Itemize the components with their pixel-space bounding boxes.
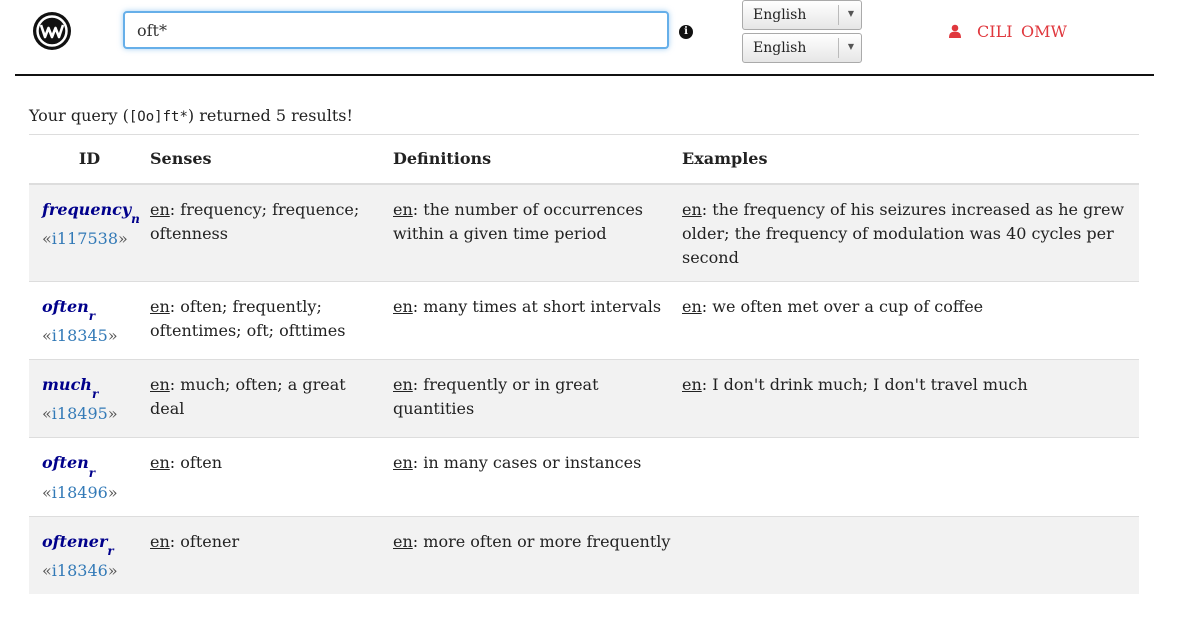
dropdown-arrow-icon: ▼ <box>847 9 854 18</box>
id-cell: oftenr «i18496» <box>29 437 150 517</box>
language-select-2[interactable]: English ▼ <box>742 33 862 63</box>
header-examples: Examples <box>682 135 1139 185</box>
definition-lang-link[interactable]: en <box>393 375 413 394</box>
ili-link[interactable]: i18345 <box>52 326 108 345</box>
definition-cell: en: many times at short intervals <box>393 280 682 360</box>
example-cell: en: I don't drink much; I don't travel m… <box>682 359 1139 438</box>
table-row: muchr «i18495» en: much; often; a great de… <box>29 359 1139 438</box>
lemma-link[interactable]: often <box>42 453 89 472</box>
results-table: ID Senses Definitions Examples frequency… <box>29 135 1139 594</box>
definition-cell: en: in many cases or instances <box>393 437 682 517</box>
header: i English ▼ English ▼ CILI OMW <box>15 0 1154 76</box>
pos-tag: n <box>131 212 140 227</box>
example-text: we often met over a cup of coffee <box>712 297 984 316</box>
definition-lang-link[interactable]: en <box>393 297 413 316</box>
example-cell <box>682 515 1139 594</box>
cili-link[interactable]: CILI <box>977 22 1013 41</box>
definition-text: in many cases or instances <box>423 453 642 473</box>
senses-lang-link[interactable]: en <box>150 375 170 394</box>
header-definitions: Definitions <box>393 135 682 185</box>
example-text: I don't drink much; I don't travel much <box>712 375 1028 395</box>
definition-lang-link[interactable]: en <box>393 200 413 219</box>
senses-text: often; frequently; oftentimes; oft; oftt… <box>150 297 346 340</box>
omw-logo-icon[interactable] <box>32 11 72 51</box>
example-lang-link[interactable]: en <box>682 200 702 219</box>
pos-tag: r <box>88 309 96 324</box>
table-row: oftenr «i18345» en: often; frequently; oft… <box>29 280 1139 360</box>
table-row: oftenerr «i18346» en: oftener en: more ofte… <box>29 515 1139 594</box>
example-cell: en: we often met over a cup of coffee <box>682 280 1139 360</box>
example-text: the frequency of his seizures increased … <box>682 200 1125 267</box>
senses-text: oftener <box>180 531 240 551</box>
info-icon[interactable]: i <box>679 25 693 39</box>
senses-cell: en: oftener <box>150 515 393 594</box>
language-select-2-value: English <box>753 40 807 56</box>
id-cell: oftenerr «i18346» <box>29 515 150 594</box>
senses-lang-link[interactable]: en <box>150 453 170 472</box>
language-select-1[interactable]: English ▼ <box>742 0 862 30</box>
definition-text: more often or more frequently <box>423 531 671 551</box>
senses-text: much; often; a great deal <box>150 375 346 419</box>
dropdown-arrow-icon: ▼ <box>847 42 854 51</box>
pos-tag: r <box>88 465 96 480</box>
senses-text: frequency; frequence; oftenness <box>150 200 360 243</box>
header-senses: Senses <box>150 135 393 185</box>
definition-lang-link[interactable]: en <box>393 453 413 472</box>
pos-tag: r <box>91 387 99 402</box>
lemma-link[interactable]: often <box>42 297 89 316</box>
definition-cell: en: more often or more frequently <box>393 515 682 594</box>
senses-cell: en: much; often; a great deal <box>150 359 393 438</box>
senses-lang-link[interactable]: en <box>150 532 170 551</box>
table-row: oftenr «i18496» en: often en: in many cases… <box>29 437 1139 517</box>
summary-query: [Oo]ft* <box>128 109 188 125</box>
summary-suffix: ) returned 5 results! <box>187 106 353 125</box>
senses-lang-link[interactable]: en <box>150 200 170 219</box>
senses-cell: en: frequency; frequence; oftenness <box>150 183 393 282</box>
senses-cell: en: often; frequently; oftentimes; oft; … <box>150 280 393 360</box>
id-cell: muchr «i18495» <box>29 359 150 438</box>
id-cell: oftenr «i18345» <box>29 280 150 360</box>
senses-text: often <box>180 453 223 473</box>
search-input[interactable] <box>123 11 669 49</box>
definition-text: many times at short intervals <box>423 297 662 316</box>
ili-link[interactable]: i18346 <box>52 561 108 580</box>
omw-link[interactable]: OMW <box>1021 22 1067 41</box>
ili-link[interactable]: i117538 <box>52 229 118 248</box>
language-select-1-value: English <box>753 7 807 23</box>
header-id: ID <box>29 135 150 185</box>
table-row: frequencyn «i117538» en: frequency; freque… <box>29 183 1139 282</box>
definition-lang-link[interactable]: en <box>393 532 413 551</box>
table-header-row: ID Senses Definitions Examples <box>29 135 1139 185</box>
lemma-link[interactable]: oftener <box>42 532 107 551</box>
definition-text: the number of occurrences within a given… <box>393 200 643 243</box>
example-cell <box>682 437 1139 517</box>
example-lang-link[interactable]: en <box>682 375 702 394</box>
lemma-link[interactable]: much <box>42 375 92 394</box>
summary-prefix: Your query ( <box>29 106 129 125</box>
example-lang-link[interactable]: en <box>682 297 702 316</box>
results-summary: Your query ([Oo]ft*) returned 5 results! <box>29 106 353 125</box>
ili-link[interactable]: i18496 <box>52 483 108 502</box>
user-icon[interactable] <box>949 24 961 38</box>
lemma-link[interactable]: frequency <box>42 200 131 219</box>
example-cell: en: the frequency of his seizures increa… <box>682 183 1139 282</box>
id-cell: frequencyn «i117538» <box>29 183 150 282</box>
ili-link[interactable]: i18495 <box>52 404 108 423</box>
pos-tag: r <box>107 543 114 558</box>
definition-cell: en: the number of occurrences within a g… <box>393 183 682 282</box>
senses-cell: en: often <box>150 437 393 517</box>
definition-cell: en: frequently or in great quantities <box>393 359 682 438</box>
senses-lang-link[interactable]: en <box>150 297 170 316</box>
definition-text: frequently or in great quantities <box>393 375 599 419</box>
